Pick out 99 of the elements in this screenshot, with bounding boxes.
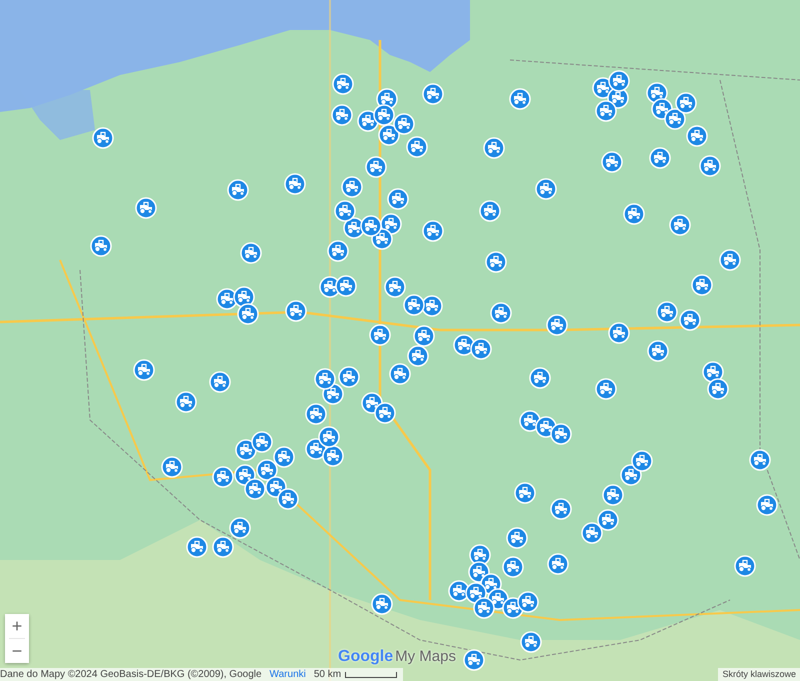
tractor-pin-icon[interactable] [406, 136, 428, 158]
tractor-pin-icon[interactable] [393, 113, 415, 135]
tractor-pin-icon[interactable] [691, 274, 713, 296]
scale-bar [345, 672, 398, 678]
tractor-pin-icon[interactable] [212, 466, 234, 488]
tractor-pin-icon[interactable] [413, 325, 435, 347]
keyboard-shortcuts-link[interactable]: Skróty klawiszowe [718, 668, 800, 681]
tractor-pin-icon[interactable] [529, 367, 551, 389]
tractor-pin-icon[interactable] [338, 366, 360, 388]
tractor-pin-icon[interactable] [422, 83, 444, 105]
logo-product: My Maps [395, 648, 456, 665]
tractor-pin-icon[interactable] [384, 276, 406, 298]
tractor-pin-icon[interactable] [407, 345, 429, 367]
tractor-pin-icon[interactable] [285, 300, 307, 322]
tractor-pin-icon[interactable] [209, 371, 231, 393]
tractor-pin-icon[interactable] [656, 301, 678, 323]
tractor-pin-icon[interactable] [387, 188, 409, 210]
tractor-pin-icon[interactable] [517, 590, 540, 613]
tractor-pin-icon[interactable] [601, 151, 623, 173]
tractor-pin-icon[interactable] [314, 368, 336, 390]
tractor-pin-icon[interactable] [514, 482, 536, 504]
tractor-pin-icon[interactable] [422, 220, 444, 242]
zoom-in-button[interactable]: + [5, 614, 29, 638]
tractor-pin-icon[interactable] [472, 596, 495, 619]
tractor-pin-icon[interactable] [550, 423, 572, 446]
tractor-pin-icon[interactable] [463, 649, 485, 671]
tractor-pin-icon[interactable] [369, 324, 391, 346]
tractor-pin-icon[interactable] [502, 556, 524, 578]
tractor-pin-icon[interactable] [365, 156, 387, 178]
tractor-pin-icon[interactable] [686, 125, 708, 147]
tractor-pin-icon[interactable] [240, 242, 262, 264]
tractor-pin-icon[interactable] [479, 200, 501, 222]
tractor-pin-icon[interactable] [719, 249, 741, 271]
tractor-pin-icon[interactable] [647, 340, 669, 362]
tractor-pin-icon[interactable] [403, 294, 425, 316]
tractor-pin-icon[interactable] [244, 478, 266, 500]
tractor-pin-icon[interactable] [371, 593, 393, 615]
tractor-pin-icon[interactable] [237, 302, 260, 325]
tractor-pin-icon[interactable] [550, 498, 572, 520]
tractor-pin-icon[interactable] [135, 197, 157, 219]
tractor-pin-icon[interactable] [581, 522, 603, 544]
tractor-pin-icon[interactable] [90, 235, 112, 257]
tractor-pin-icon[interactable] [389, 363, 411, 385]
tractor-pin-icon[interactable] [277, 488, 299, 510]
logo-brand: Google [338, 648, 394, 666]
tractor-pin-icon[interactable] [630, 450, 653, 472]
tractor-pin-icon[interactable] [318, 426, 340, 448]
tractor-pin-icon[interactable] [506, 527, 528, 549]
tractor-pin-icon[interactable] [546, 314, 568, 336]
tractor-pin-icon[interactable] [595, 378, 617, 400]
tractor-pin-icon[interactable] [92, 127, 114, 149]
tractor-pin-icon[interactable] [133, 359, 155, 381]
tractor-pin-icon[interactable] [669, 214, 691, 236]
tractor-pin-icon[interactable] [331, 104, 353, 126]
tractor-pin-icon[interactable] [490, 302, 512, 324]
tractor-pin-icon[interactable] [675, 92, 697, 114]
tractor-pin-icon[interactable] [273, 446, 295, 468]
tractor-pin-icon[interactable] [327, 240, 349, 262]
map-drawing[interactable] [0, 0, 800, 681]
tractor-pin-icon[interactable] [175, 391, 197, 413]
tractor-pin-icon[interactable] [485, 251, 507, 273]
tractor-pin-icon[interactable] [520, 631, 542, 653]
tractor-pin-icon[interactable] [597, 509, 619, 531]
tractor-pin-icon[interactable] [547, 553, 569, 575]
tractor-pin-icon[interactable] [535, 178, 557, 200]
tractor-pin-icon[interactable] [360, 215, 382, 238]
tractor-pin-icon[interactable] [284, 173, 306, 195]
zoom-out-button[interactable]: − [5, 639, 29, 663]
tractor-pin-icon[interactable] [161, 456, 183, 478]
tractor-pin-icon[interactable] [305, 403, 327, 425]
tractor-pin-icon[interactable] [250, 431, 273, 454]
tractor-pin-icon[interactable] [679, 309, 701, 331]
tractor-pin-icon[interactable] [212, 536, 234, 558]
tractor-pin-icon[interactable] [229, 517, 251, 539]
tractor-pin-icon[interactable] [608, 70, 630, 92]
tractor-pin-icon[interactable] [623, 203, 645, 225]
tractor-pin-icon[interactable] [374, 402, 396, 424]
tractor-pin-icon[interactable] [756, 494, 778, 516]
scale-label: 50 km [314, 669, 342, 680]
tractor-pin-icon[interactable] [509, 88, 531, 110]
tractor-pin-icon[interactable] [595, 100, 618, 122]
tractor-pin-icon[interactable] [649, 147, 671, 169]
tractor-pin-icon[interactable] [372, 104, 395, 126]
tractor-pin-icon[interactable] [483, 137, 505, 159]
tractor-pin-icon[interactable] [707, 378, 730, 400]
tractor-pin-icon[interactable] [186, 536, 208, 558]
tractor-pin-icon[interactable] [227, 179, 249, 201]
tractor-pin-icon[interactable] [341, 176, 363, 198]
tractor-pin-icon[interactable] [699, 155, 721, 177]
tractor-pin-icon[interactable] [470, 338, 492, 360]
tractor-pin-icon[interactable] [608, 322, 630, 344]
map-data-credit: Dane do Mapy ©2024 GeoBasis-DE/BKG (©2009), Google [0, 669, 262, 680]
terms-link[interactable]: Warunki [270, 669, 306, 680]
tractor-pin-icon[interactable] [749, 449, 771, 471]
tractor-pin-icon[interactable] [602, 484, 624, 506]
tractor-pin-icon[interactable] [334, 200, 356, 222]
tractor-pin-icon[interactable] [734, 555, 756, 577]
tractor-pin-icon[interactable] [335, 274, 358, 297]
tractor-pin-icon[interactable] [332, 73, 354, 95]
